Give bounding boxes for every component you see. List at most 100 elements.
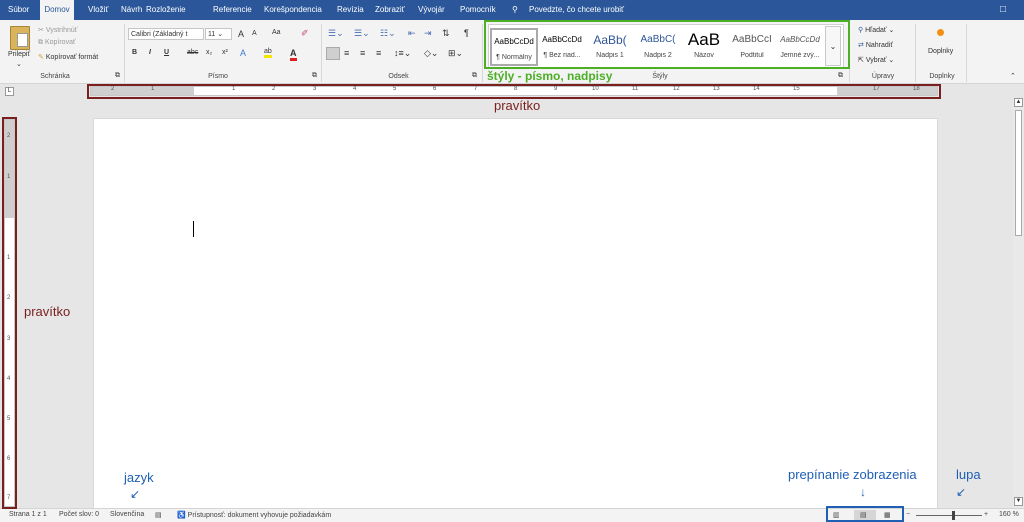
vertical-ruler-numbers: 2 1 1 2 3 4 5 6 7 [7, 133, 11, 501]
group-label-addins: Doplnky [929, 73, 955, 80]
scissors-icon: ✂ [38, 27, 44, 34]
accessibility-indicator[interactable]: ♿ Prístupnosť: dokument vyhovuje požiada… [177, 511, 331, 519]
font-size-box[interactable]: 11 ⌄ [205, 28, 232, 40]
tab-view[interactable]: Zobraziť [375, 0, 405, 20]
divider [124, 24, 125, 82]
increase-indent-icon[interactable]: ⇥ [424, 28, 432, 39]
shading-icon[interactable]: ◇⌄ [424, 48, 438, 59]
zoom-in-button[interactable]: + [984, 511, 988, 518]
language-indicator[interactable]: Slovenčina [110, 511, 144, 518]
bullets-icon[interactable]: ☰⌄ [328, 28, 344, 39]
align-left-button[interactable] [326, 47, 340, 60]
group-label-styles: Štýly [652, 73, 668, 80]
underline-button[interactable]: U [164, 49, 169, 56]
page-count[interactable]: Strana 1 z 1 [9, 511, 47, 518]
font-color-icon[interactable]: A [290, 48, 297, 61]
bold-button[interactable]: B [132, 49, 137, 56]
views-arrow-icon: ↓ [860, 485, 866, 499]
paragraph-launcher-icon[interactable]: ⧉ [472, 72, 477, 80]
paste-icon[interactable] [10, 26, 30, 50]
justify-icon[interactable]: ≡ [376, 48, 381, 58]
superscript-button[interactable]: x² [222, 49, 228, 56]
style-subtle-emphasis[interactable]: AaBbCcDd Jemné zvý... [776, 28, 824, 66]
highlight-icon[interactable]: ab [264, 48, 272, 58]
tab-help[interactable]: Pomocník [460, 0, 496, 20]
decrease-indent-icon[interactable]: ⇤ [408, 28, 416, 39]
scroll-down-icon[interactable]: ▼ [1014, 497, 1023, 506]
tell-me-box[interactable]: Povedzte, čo chcete urobiť [529, 0, 624, 20]
zoom-out-button[interactable]: − [906, 511, 910, 518]
font-launcher-icon[interactable]: ⧉ [312, 72, 317, 80]
show-marks-button[interactable]: ¶ [464, 28, 469, 38]
divider [966, 24, 967, 82]
numbering-icon[interactable]: ☰⌄ [354, 28, 370, 39]
style-heading-1[interactable]: AaBb( Nadpis 1 [586, 28, 634, 66]
style-title[interactable]: AaB Názov [680, 28, 728, 66]
grow-font-button[interactable]: A [238, 29, 244, 39]
styles-launcher-icon[interactable]: ⧉ [838, 72, 843, 80]
print-layout-button[interactable]: ▤ [854, 510, 876, 521]
font-name-box[interactable]: Calibri (Základný t [128, 28, 204, 40]
copy-button[interactable]: ⧉ Kopírovať [38, 39, 76, 47]
find-button[interactable]: ⚲ Hľadať ⌄ [858, 26, 894, 34]
cut-button[interactable]: ✂ Vystrihnúť [38, 26, 77, 34]
accessibility-icon: ♿ [177, 512, 186, 519]
comments-icon[interactable]: □ [1000, 0, 1006, 20]
change-case-button[interactable]: Aa [272, 29, 281, 36]
group-label-clipboard: Schránka [40, 73, 70, 80]
italic-button[interactable]: I [149, 49, 151, 56]
multilevel-list-icon[interactable]: ☷⌄ [380, 28, 396, 39]
print-layout-icon: ▤ [860, 512, 867, 519]
lightbulb-icon: ⚲ [512, 5, 518, 14]
tab-insert[interactable]: Vložiť [88, 0, 108, 20]
tab-mailings[interactable]: Korešpondencia [264, 0, 322, 20]
proofing-icon[interactable]: ▤ [155, 511, 162, 519]
tab-layout[interactable]: Rozloženie [146, 0, 186, 20]
subscript-button[interactable]: x₂ [206, 49, 212, 56]
collapse-ribbon-icon[interactable]: ⌃ [1010, 72, 1016, 80]
web-layout-icon[interactable]: ▦ [884, 511, 891, 519]
shrink-font-button[interactable]: A [252, 30, 257, 37]
read-mode-icon[interactable]: ▥ [833, 511, 840, 519]
paste-dropdown-icon[interactable]: ⌄ [16, 60, 22, 68]
zoom-level[interactable]: 160 % [999, 511, 1019, 518]
style-heading-2[interactable]: AaBbC( Nadpis 2 [634, 28, 682, 66]
tab-design[interactable]: Návrh [121, 0, 142, 20]
word-count[interactable]: Počet slov: 0 [59, 511, 99, 518]
vertical-scrollbar[interactable]: ▲ ▼ [1013, 98, 1024, 508]
style-normal[interactable]: AaBbCcDd ¶ Normálny [490, 28, 538, 66]
ruler-numbers: 2 1 1 2 3 4 5 6 7 8 9 10 11 12 13 14 15 … [111, 86, 920, 92]
style-no-spacing[interactable]: AaBbCcDd ¶ Bez riad... [538, 28, 586, 66]
clear-formatting-icon[interactable]: ✐ [301, 28, 309, 39]
scroll-thumb[interactable] [1015, 110, 1022, 236]
divider [915, 24, 916, 82]
format-painter-button[interactable]: ✎ Kopírovať formát [38, 53, 98, 61]
brush-icon: ✎ [38, 54, 44, 61]
paste-button[interactable]: Prilepiť [8, 51, 30, 58]
align-center-icon[interactable]: ≡ [344, 48, 349, 58]
tab-developer[interactable]: Vývojár [418, 0, 445, 20]
tab-review[interactable]: Revízia [337, 0, 364, 20]
group-label-editing: Úpravy [871, 73, 895, 80]
style-subtitle[interactable]: AaBbCcI Podtitul [728, 28, 776, 66]
addins-button[interactable]: Doplnky [928, 48, 953, 55]
borders-icon[interactable]: ⊞⌄ [448, 48, 463, 59]
replace-button[interactable]: ⇄ Nahradiť [858, 41, 893, 49]
align-right-icon[interactable]: ≡ [360, 48, 365, 58]
scroll-up-icon[interactable]: ▲ [1014, 98, 1023, 107]
styles-more-button[interactable]: ⌄ [825, 26, 841, 66]
strikethrough-button[interactable]: abc [187, 49, 198, 56]
zoom-slider-thumb[interactable] [952, 511, 955, 520]
sort-icon[interactable]: ⇅ [442, 28, 450, 39]
tab-file[interactable]: Súbor [8, 0, 29, 20]
document-page[interactable] [93, 118, 938, 522]
text-effects-icon[interactable]: A [240, 48, 246, 58]
clipboard-launcher-icon[interactable]: ⧉ [115, 72, 120, 80]
tab-home[interactable]: Domov [40, 0, 74, 20]
zoom-annotation: lupa [956, 467, 981, 482]
addins-icon[interactable] [937, 29, 944, 36]
zoom-slider[interactable] [916, 515, 982, 516]
line-spacing-icon[interactable]: ↕≡⌄ [394, 48, 411, 59]
tab-references[interactable]: Referencie [213, 0, 252, 20]
select-button[interactable]: ⇱ Vybrať ⌄ [858, 56, 894, 64]
